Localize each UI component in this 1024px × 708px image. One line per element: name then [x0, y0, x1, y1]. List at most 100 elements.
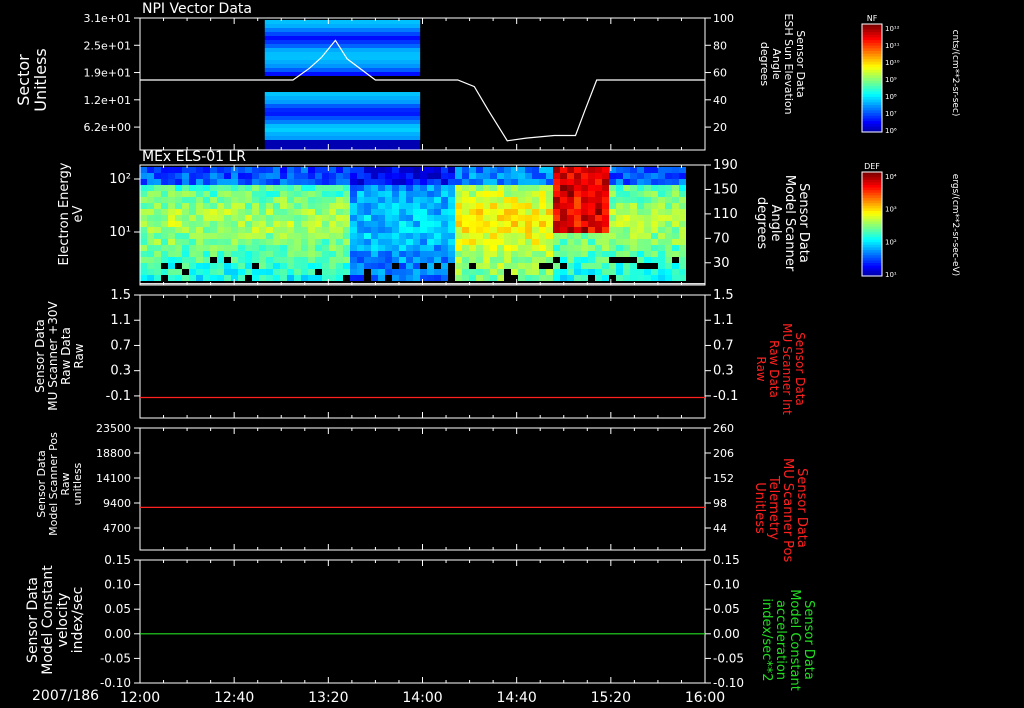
y-tick-label-right: 1.1 [713, 313, 734, 328]
els-heat-cell [462, 251, 469, 257]
els-heat-cell [231, 185, 238, 191]
els-heat-cell [210, 209, 217, 215]
els-heat-cell [504, 191, 511, 197]
panel-1-left-label: Sector Unitless [14, 48, 50, 112]
els-heat-cell [357, 239, 364, 245]
els-heat-cell [147, 209, 154, 215]
els-heat-cell [420, 173, 427, 179]
els-heat-cell [574, 203, 581, 209]
els-heat-cell [455, 275, 462, 281]
els-heat-cell [203, 185, 210, 191]
els-heat-cell [259, 233, 266, 239]
els-heat-cell [231, 197, 238, 203]
els-heat-cell [679, 263, 686, 269]
els-heat-cell [161, 251, 168, 257]
y-tick-label-left: 0.15 [104, 553, 131, 567]
els-heat-cell [308, 185, 315, 191]
els-heat-cell [315, 221, 322, 227]
els-heat-cell [602, 221, 609, 227]
els-heat-cell [238, 209, 245, 215]
els-heat-cell [448, 179, 455, 185]
els-heat-cell [630, 245, 637, 251]
els-heat-cell [623, 209, 630, 215]
npi-heat-row [264, 20, 421, 24]
els-heat-cell [147, 269, 154, 275]
els-heat-cell [413, 203, 420, 209]
els-heat-cell [371, 257, 378, 263]
els-heat-cell [238, 233, 245, 239]
els-heat-cell [553, 227, 560, 233]
y-tick-label-left: -0.05 [100, 651, 131, 665]
els-heat-cell [623, 221, 630, 227]
els-heat-cell [518, 197, 525, 203]
els-heat-cell [364, 179, 371, 185]
els-heat-cell [651, 197, 658, 203]
els-heat-cell [301, 185, 308, 191]
els-heat-cell [574, 245, 581, 251]
y-tick-label-left: 6.2e+00 [84, 121, 131, 134]
els-heat-cell [259, 227, 266, 233]
els-heat-cell [560, 227, 567, 233]
els-heat-cell [658, 257, 665, 263]
els-heat-cell [168, 221, 175, 227]
els-heat-cell [182, 221, 189, 227]
els-heat-cell [630, 233, 637, 239]
npi-heat-row [264, 36, 421, 40]
els-heat-cell [266, 197, 273, 203]
els-heat-cell [252, 197, 259, 203]
els-heat-cell [644, 173, 651, 179]
els-heat-cell [448, 209, 455, 215]
els-heat-cell [427, 221, 434, 227]
els-heat-cell [273, 239, 280, 245]
els-heat-cell [245, 245, 252, 251]
els-heat-cell [245, 215, 252, 221]
els-heat-cell [539, 185, 546, 191]
els-heat-cell [462, 209, 469, 215]
y-tick-label-right: 1.5 [713, 288, 734, 303]
els-heat-cell [504, 209, 511, 215]
npi-heat-row [264, 136, 421, 140]
x-tick-label: 12:00 [120, 690, 160, 706]
els-heat-cell [287, 191, 294, 197]
els-heat-cell [224, 179, 231, 185]
els-heat-cell [434, 209, 441, 215]
els-heat-cell [637, 179, 644, 185]
els-heat-cell [329, 269, 336, 275]
els-heat-cell [315, 179, 322, 185]
els-heat-cell [651, 185, 658, 191]
els-heat-cell [350, 251, 357, 257]
els-heat-cell [504, 179, 511, 185]
els-heat-cell [399, 197, 406, 203]
els-heat-cell [161, 221, 168, 227]
els-heat-cell [420, 185, 427, 191]
els-heat-cell [259, 257, 266, 263]
els-heat-cell [294, 263, 301, 269]
els-heat-cell [266, 185, 273, 191]
els-heat-cell [455, 167, 462, 173]
els-heat-cell [560, 185, 567, 191]
els-heat-cell [287, 215, 294, 221]
els-heat-cell [623, 227, 630, 233]
els-heat-cell [567, 221, 574, 227]
els-heat-cell [532, 227, 539, 233]
els-heat-cell [672, 275, 679, 281]
els-heat-cell [154, 251, 161, 257]
els-heat-cell [532, 263, 539, 269]
els-heat-cell [329, 233, 336, 239]
els-heat-cell [175, 179, 182, 185]
els-heat-cell [476, 233, 483, 239]
els-heat-cell [455, 257, 462, 263]
els-heat-cell [665, 179, 672, 185]
els-heat-cell [448, 239, 455, 245]
els-heat-cell [413, 209, 420, 215]
els-heat-cell [203, 167, 210, 173]
els-heat-cell [147, 185, 154, 191]
npi-heat-row [264, 92, 421, 96]
els-heat-cell [399, 203, 406, 209]
els-heat-cell [287, 179, 294, 185]
els-heat-cell [301, 251, 308, 257]
els-heat-cell [273, 263, 280, 269]
els-heat-cell [385, 239, 392, 245]
els-heat-cell [308, 245, 315, 251]
els-heat-cell [203, 197, 210, 203]
